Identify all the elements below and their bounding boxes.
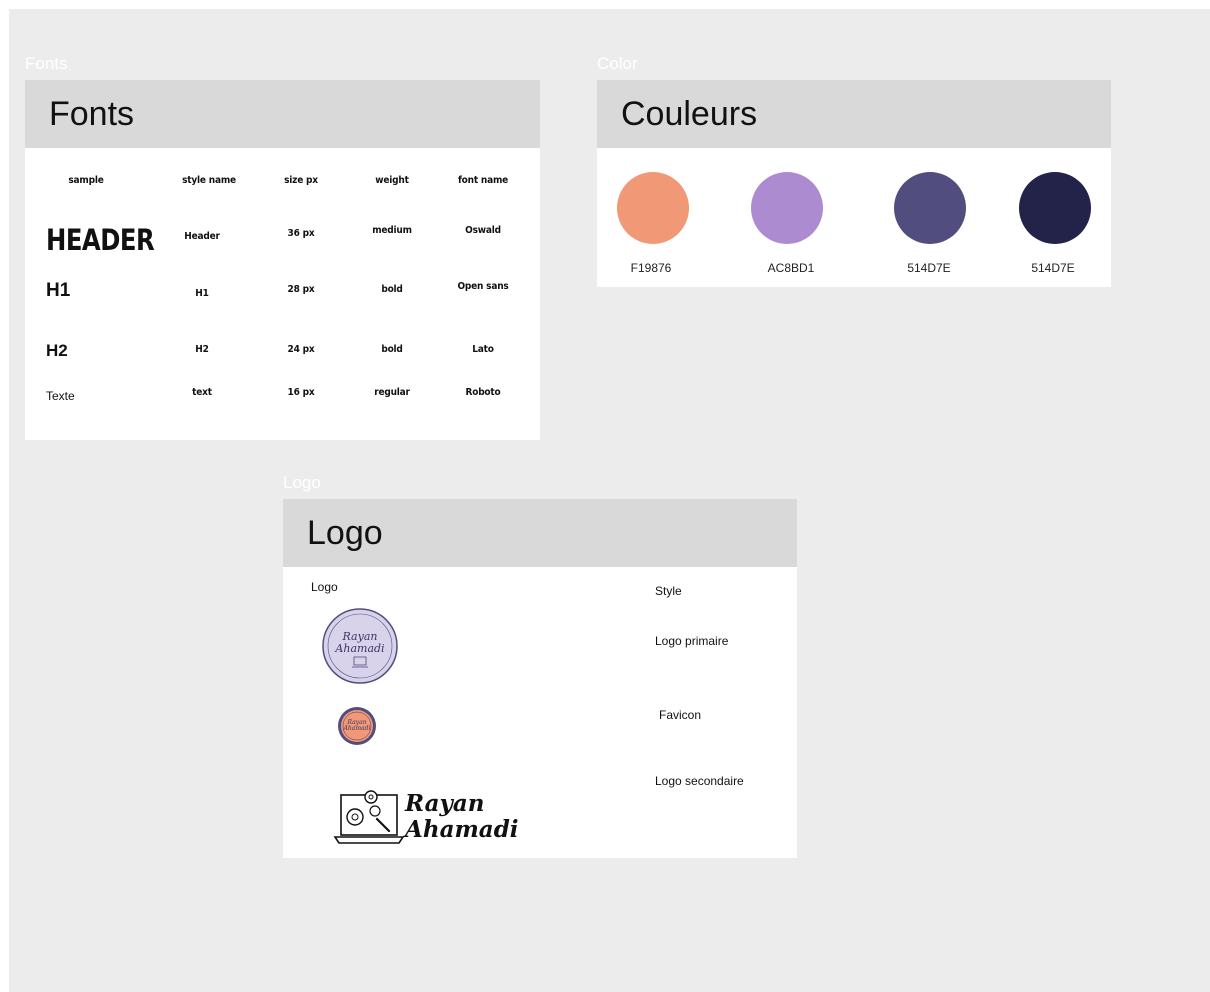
- colors-card-title: Couleurs: [621, 94, 758, 133]
- color-label-4: 514D7E: [1031, 261, 1075, 275]
- size-header: 36 px: [287, 228, 315, 239]
- laptop-gears-icon[interactable]: [333, 785, 405, 847]
- weight-header: medium: [372, 225, 412, 236]
- primary-logo-label: Logo primaire: [655, 634, 729, 648]
- secondary-logo-label: Logo secondaire: [655, 774, 744, 788]
- style-name-text: text: [192, 387, 212, 398]
- size-text: 16 px: [287, 387, 315, 398]
- style-name-h1: H1: [195, 288, 209, 299]
- style-column-header: Style: [655, 584, 682, 598]
- fonts-card-title: Fonts: [49, 94, 135, 133]
- sample-text: Texte: [46, 389, 75, 403]
- wordmark-line1: Rayan: [405, 790, 485, 817]
- logo-card[interactable]: Logo Logo Style Logo primaire Favicon Lo…: [283, 499, 797, 858]
- secondary-logo-wordmark[interactable]: Rayan Ahamadi: [405, 791, 519, 843]
- col-header-weight: weight: [375, 175, 409, 186]
- style-name-h2: H2: [195, 344, 209, 355]
- favicon-label: Favicon: [659, 708, 702, 722]
- size-h1: 28 px: [287, 284, 315, 295]
- logo-column-header: Logo: [311, 580, 338, 594]
- primary-logo-badge[interactable]: Rayan Ahamadi: [321, 607, 399, 685]
- col-header-sample: sample: [68, 175, 104, 186]
- color-swatch-dark[interactable]: [1019, 172, 1091, 244]
- col-header-font-name: font name: [457, 175, 509, 186]
- font-h1: Open sans: [457, 281, 509, 292]
- col-header-size: size px: [284, 175, 318, 186]
- font-h2: Lato: [472, 344, 494, 355]
- colors-card-header: Couleurs: [597, 80, 1111, 148]
- color-swatch-ac8bd1[interactable]: [751, 172, 823, 244]
- frame-label-fonts[interactable]: Fonts: [25, 54, 68, 74]
- color-label-2: AC8BD1: [767, 261, 815, 275]
- size-h2: 24 px: [287, 344, 315, 355]
- svg-text:Ahamadi: Ahamadi: [334, 642, 384, 655]
- sample-h1: H1: [46, 280, 71, 301]
- frame-label-color[interactable]: Color: [597, 54, 638, 74]
- logo-card-title: Logo: [307, 513, 383, 552]
- col-header-style-name: style name: [182, 175, 236, 186]
- weight-h1: bold: [381, 284, 403, 295]
- colors-card[interactable]: Couleurs F19876 AC8BD1 514D7E 514D7E: [597, 80, 1111, 287]
- logo-card-header: Logo: [283, 499, 797, 567]
- svg-text:Ahamadi: Ahamadi: [343, 725, 371, 732]
- sample-header: HEADER: [46, 223, 155, 258]
- fonts-card-header: Fonts: [25, 80, 540, 148]
- weight-h2: bold: [381, 344, 403, 355]
- favicon-badge[interactable]: Rayan Ahamadi: [337, 706, 377, 746]
- wordmark-line2: Ahamadi: [405, 816, 519, 843]
- font-header: Oswald: [465, 225, 501, 236]
- style-name-header: Header: [184, 231, 220, 242]
- weight-text: regular: [374, 387, 410, 398]
- font-text: Roboto: [465, 387, 501, 398]
- frame-label-logo[interactable]: Logo: [283, 473, 321, 493]
- fonts-card[interactable]: Fonts sample style name size px weight f…: [25, 80, 540, 440]
- color-swatch-f19876[interactable]: [617, 172, 689, 244]
- color-label-1: F19876: [630, 261, 672, 275]
- color-label-3: 514D7E: [907, 261, 951, 275]
- color-swatch-514d7e[interactable]: [894, 172, 966, 244]
- sample-h2: H2: [46, 341, 68, 360]
